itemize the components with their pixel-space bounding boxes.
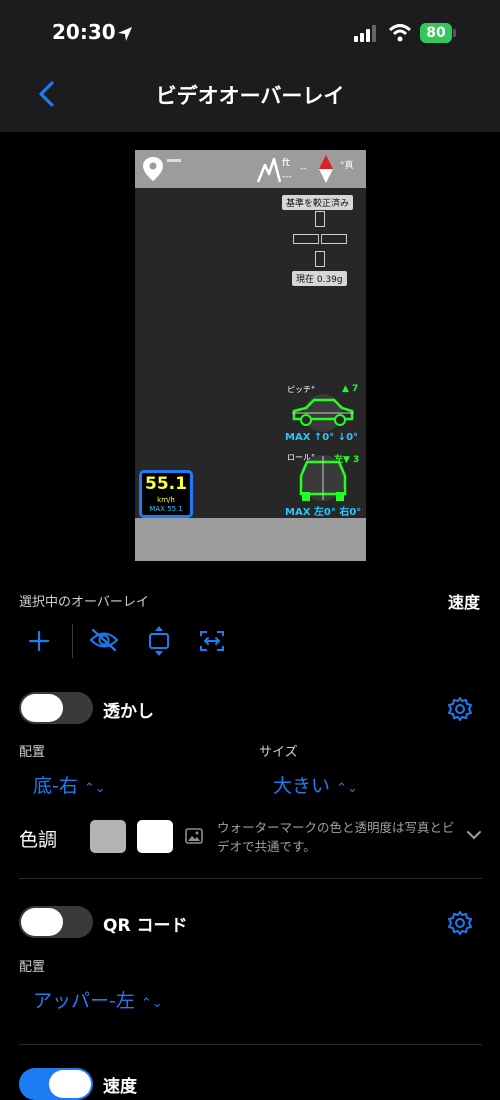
resize-vertical-icon[interactable]: [147, 625, 171, 657]
watermark-placement-label: 配置: [19, 745, 46, 760]
updown-chevron-icon: ⌃⌄: [83, 781, 106, 796]
gforce-bar-left: [293, 234, 319, 244]
tone-label: 色調: [19, 829, 58, 851]
updown-chevron-icon: ⌃⌄: [140, 996, 163, 1011]
watermark-size-select[interactable]: 大きい ⌃⌄: [273, 771, 358, 798]
battery-level: 80: [426, 25, 446, 41]
pitch-car-icon: [292, 394, 354, 432]
watermark-note: ウォーターマークの色と透明度は写真とビデオで共通です。: [217, 820, 455, 854]
speed-title: 速度: [103, 1077, 137, 1097]
gforce-bar-top: [315, 211, 325, 227]
eye-slash-icon[interactable]: [89, 627, 119, 653]
toggle-knob: [21, 694, 63, 722]
altitude-value: ---: [282, 172, 292, 182]
altitude-unit: ft: [282, 156, 290, 169]
speed-unit: km/h: [157, 496, 175, 504]
status-time: 20:30: [52, 20, 116, 44]
calibrated-badge: 基準を較正済み: [282, 195, 354, 210]
north-reference: °真: [340, 161, 354, 171]
heading-value: --: [300, 164, 307, 174]
gforce-current: 現在 0.39g: [292, 271, 347, 286]
wifi-icon: [388, 24, 412, 42]
selected-overlay-value: 速度: [448, 593, 481, 612]
updown-chevron-icon: ⌃⌄: [336, 781, 358, 796]
roll-car-icon: [299, 455, 347, 501]
watermark-settings-gear-icon[interactable]: [447, 696, 473, 722]
preview-bottom-bar: [135, 518, 366, 561]
qr-toggle[interactable]: [19, 906, 93, 938]
compass-icon: [319, 155, 333, 183]
qr-placement-label: 配置: [19, 960, 46, 975]
section-divider: [19, 1044, 482, 1045]
gforce-bar-right: [321, 234, 347, 244]
battery-cap: [453, 29, 456, 37]
watermark-size-value: 大きい: [273, 775, 331, 797]
watermark-placement-value: 底-右: [33, 775, 78, 797]
speed-overlay-box: 55.1 km/h MAX 55.1: [139, 470, 193, 518]
preview-top-bar: ft --- -- °真: [135, 150, 366, 188]
qr-placement-select[interactable]: アッパー-左 ⌃⌄: [33, 986, 163, 1013]
watermark-size-label: サイズ: [259, 745, 298, 760]
roll-max: MAX 左0° 右0°: [285, 507, 362, 518]
location-arrow-icon: [118, 27, 132, 41]
watermark-placement-select[interactable]: 底-右 ⌃⌄: [33, 771, 106, 798]
speed-toggle[interactable]: [19, 1068, 93, 1100]
status-bar: 20:30 80: [0, 0, 500, 66]
section-divider: [19, 878, 482, 879]
location-text-placeholder: [167, 159, 181, 162]
selected-overlay-label: 選択中のオーバーレイ: [19, 595, 149, 610]
mountain-altitude-icon: [257, 157, 281, 183]
page-title: ビデオオーバーレイ: [155, 84, 345, 108]
resize-horizontal-icon[interactable]: [198, 628, 226, 654]
battery-indicator: 80: [420, 23, 452, 43]
location-pin-icon: [143, 157, 163, 181]
speed-value: 55.1: [145, 474, 187, 494]
photo-icon: [185, 828, 203, 844]
overlay-preview: ft --- -- °真 基準を較正済み 現在 0.39g ピッチ° ▲ 7 M…: [135, 150, 366, 561]
tone-swatch-white[interactable]: [137, 820, 173, 853]
qr-placement-value: アッパー-左: [33, 990, 135, 1012]
watermark-toggle[interactable]: [19, 692, 93, 724]
add-icon[interactable]: [27, 629, 51, 653]
pitch-max: MAX ↑0° ↓0°: [285, 432, 359, 443]
qr-settings-gear-icon[interactable]: [447, 910, 473, 936]
qr-title: QR コード: [103, 916, 188, 936]
toggle-knob: [21, 908, 63, 936]
toggle-knob: [49, 1070, 91, 1098]
signal-icon: [354, 25, 376, 42]
gforce-bar-bottom: [315, 251, 325, 267]
tone-swatch-gray[interactable]: [90, 820, 126, 853]
speed-max: MAX 55.1: [149, 505, 183, 513]
toolbar-divider: [72, 624, 73, 658]
watermark-title: 透かし: [103, 702, 154, 722]
expand-chevron-icon[interactable]: [466, 829, 482, 841]
